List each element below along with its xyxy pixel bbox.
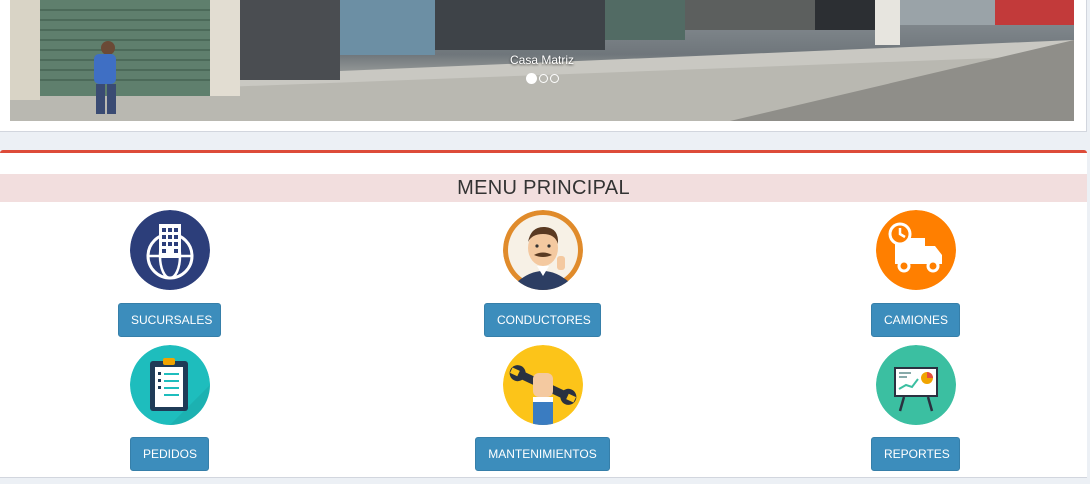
carousel-indicator-2[interactable] (538, 74, 548, 83)
conductores-button[interactable]: CONDUCTORES (484, 303, 601, 337)
truck-clock-icon[interactable] (876, 210, 956, 290)
sucursales-button[interactable]: SUCURSALES (118, 303, 221, 337)
presentation-board-icon[interactable] (876, 345, 956, 425)
carousel-indicators (10, 73, 1074, 84)
image-carousel[interactable]: Casa Matriz (10, 0, 1074, 121)
building-globe-icon[interactable] (130, 210, 210, 290)
carousel-indicator-3[interactable] (549, 74, 559, 83)
pedidos-button[interactable]: PEDIDOS (130, 437, 209, 471)
clipboard-icon[interactable] (130, 345, 210, 425)
carousel-caption: Casa Matriz (509, 53, 574, 67)
camiones-button[interactable]: CAMIONES (871, 303, 960, 337)
main-menu-box: MENU PRINCIPAL SUCURSALES CONDUCTORES CA… (0, 150, 1087, 478)
carousel-box: Casa Matriz (0, 0, 1087, 132)
menu-title: MENU PRINCIPAL (0, 174, 1087, 202)
mantenimientos-button[interactable]: MANTENIMIENTOS (475, 437, 610, 471)
wrench-hand-icon[interactable] (503, 345, 583, 425)
reportes-button[interactable]: REPORTES (871, 437, 960, 471)
driver-icon[interactable] (503, 210, 583, 290)
carousel-indicator-1[interactable] (525, 73, 537, 84)
